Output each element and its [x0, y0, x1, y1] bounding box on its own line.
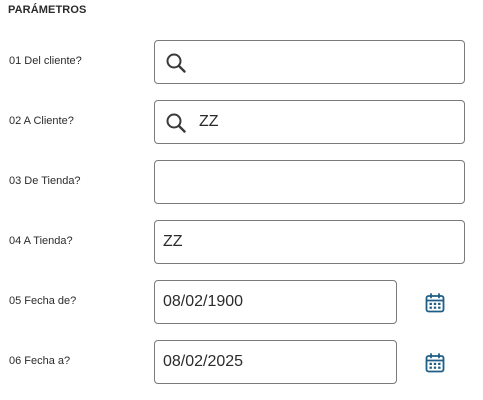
a-cliente-input[interactable]: [155, 101, 464, 143]
fecha-de-input[interactable]: [155, 281, 396, 323]
param-label: 05 Fecha de?: [9, 295, 77, 307]
del-cliente-field[interactable]: [154, 40, 465, 84]
param-row-del-cliente: 01 Del cliente?: [0, 40, 483, 84]
param-label: 04 A Tienda?: [9, 235, 73, 247]
del-cliente-input[interactable]: [155, 41, 464, 83]
param-label: 01 Del cliente?: [9, 55, 82, 67]
param-row-fecha-de: 05 Fecha de?: [0, 280, 483, 324]
calendar-icon[interactable]: [424, 292, 446, 314]
param-row-de-tienda: 03 De Tienda?: [0, 160, 483, 204]
param-row-fecha-a: 06 Fecha a?: [0, 340, 483, 384]
a-tienda-input[interactable]: [155, 221, 464, 263]
calendar-icon[interactable]: [424, 352, 446, 374]
fecha-a-input[interactable]: [155, 341, 396, 383]
param-row-a-tienda: 04 A Tienda?: [0, 220, 483, 264]
fecha-a-field[interactable]: [154, 340, 397, 384]
de-tienda-field[interactable]: [154, 160, 465, 204]
param-label: 02 A Cliente?: [9, 115, 74, 127]
fecha-de-field[interactable]: [154, 280, 397, 324]
de-tienda-input[interactable]: [155, 161, 464, 203]
a-cliente-field[interactable]: [154, 100, 465, 144]
param-row-a-cliente: 02 A Cliente?: [0, 100, 483, 144]
a-tienda-field[interactable]: [154, 220, 465, 264]
param-label: 03 De Tienda?: [9, 175, 81, 187]
section-title: PARÁMETROS: [8, 4, 87, 16]
param-label: 06 Fecha a?: [9, 355, 71, 367]
